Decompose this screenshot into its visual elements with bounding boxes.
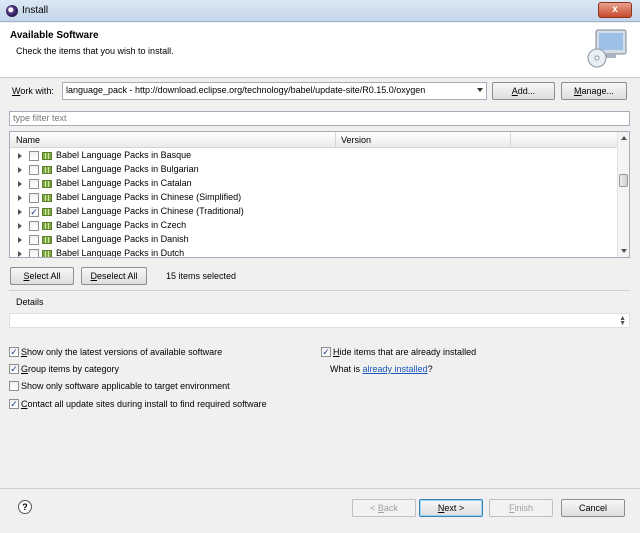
row-label: Babel Language Packs in Czech <box>56 220 187 230</box>
checkbox-label: Hide items that are already installed <box>333 347 477 357</box>
row-checkbox[interactable]: ✓ <box>29 207 39 217</box>
help-icon[interactable]: ? <box>18 500 32 514</box>
feature-package-icon <box>42 194 52 202</box>
row-checkbox[interactable] <box>29 235 39 245</box>
spinner-icon[interactable]: ▲ ▼ <box>619 315 626 327</box>
eclipse-icon <box>6 5 18 17</box>
expand-arrow-icon[interactable] <box>18 195 22 201</box>
scroll-down-icon[interactable] <box>621 249 627 253</box>
tree-header: Name Version <box>10 132 618 148</box>
filter-input[interactable]: type filter text <box>9 111 630 126</box>
checkbox-box[interactable]: ✓ <box>9 399 19 409</box>
row-label: Babel Language Packs in Bulgarian <box>56 164 199 174</box>
wizard-header: Available Software Check the items that … <box>0 23 640 78</box>
column-divider <box>335 132 336 148</box>
expand-arrow-icon[interactable] <box>18 209 22 215</box>
tree-row[interactable]: Babel Language Packs in Bulgarian <box>10 163 618 177</box>
dropdown-arrow-icon[interactable] <box>477 88 483 92</box>
checkbox-label: Group items by category <box>21 364 120 374</box>
column-divider <box>510 132 511 148</box>
tree-row[interactable]: Babel Language Packs in Catalan <box>10 177 618 191</box>
page-title: Available Software <box>10 30 99 41</box>
tree-row[interactable]: Babel Language Packs in Chinese (Simplif… <box>10 191 618 205</box>
row-label: Babel Language Packs in Dutch <box>56 248 185 258</box>
feature-package-icon <box>42 236 52 244</box>
row-label: Babel Language Packs in Chinese (Simplif… <box>56 192 242 202</box>
cancel-button[interactable]: Cancel <box>561 499 625 517</box>
feature-package-icon <box>42 250 52 257</box>
checkbox-box[interactable]: ✓ <box>9 364 19 374</box>
install-banner-icon <box>587 29 627 68</box>
expand-arrow-icon[interactable] <box>18 181 22 187</box>
checkbox-label: Contact all update sites during install … <box>21 399 267 409</box>
selection-status: 15 items selected <box>166 271 237 281</box>
expand-arrow-icon[interactable] <box>18 237 22 243</box>
tree-row[interactable]: Babel Language Packs in Basque <box>10 149 618 163</box>
row-checkbox[interactable] <box>29 179 39 189</box>
software-tree[interactable]: Name Version Babel Language Packs in Bas… <box>9 131 630 258</box>
checkbox-box[interactable] <box>9 381 19 391</box>
page-description: Check the items that you wish to install… <box>16 46 174 56</box>
feature-package-icon <box>42 208 52 216</box>
tree-row[interactable]: Babel Language Packs in Dutch <box>10 247 618 258</box>
tree-row[interactable]: ✓ Babel Language Packs in Chinese (Tradi… <box>10 205 618 219</box>
what-is-installed-text: What is already installed? <box>330 364 433 374</box>
already-installed-link[interactable]: already installed <box>363 364 428 374</box>
row-label: Babel Language Packs in Danish <box>56 234 189 244</box>
row-checkbox[interactable] <box>29 165 39 175</box>
expand-arrow-icon[interactable] <box>18 223 22 229</box>
feature-package-icon <box>42 166 52 174</box>
column-header-version[interactable]: Version <box>341 135 371 145</box>
next-button[interactable]: Next > <box>419 499 483 517</box>
tree-scrollbar[interactable] <box>617 132 629 257</box>
expand-arrow-icon[interactable] <box>18 167 22 173</box>
tree-row[interactable]: Babel Language Packs in Czech <box>10 219 618 233</box>
feature-package-icon <box>42 152 52 160</box>
expand-arrow-icon[interactable] <box>18 251 22 257</box>
expand-arrow-icon[interactable] <box>18 153 22 159</box>
checkbox-label: Show only software applicable to target … <box>21 381 230 391</box>
finish-button[interactable]: Finish <box>489 499 553 517</box>
manage-button[interactable]: Manage... <box>561 82 627 100</box>
work-with-value: language_pack - http://download.eclipse.… <box>66 85 426 95</box>
column-header-name[interactable]: Name <box>16 135 40 145</box>
footer-divider <box>0 488 640 489</box>
row-label: Babel Language Packs in Catalan <box>56 178 192 188</box>
scroll-up-icon[interactable] <box>621 136 627 140</box>
checkbox-box[interactable]: ✓ <box>321 347 331 357</box>
work-with-combo[interactable]: language_pack - http://download.eclipse.… <box>62 82 487 100</box>
work-with-label: Work with: <box>12 86 54 96</box>
feature-package-icon <box>42 180 52 188</box>
details-label: Details <box>16 297 44 307</box>
title-bar: Install x <box>0 0 640 22</box>
row-checkbox[interactable] <box>29 193 39 203</box>
row-checkbox[interactable] <box>29 151 39 161</box>
close-button[interactable]: x <box>598 2 632 18</box>
row-label: Babel Language Packs in Basque <box>56 150 192 160</box>
scroll-thumb[interactable] <box>619 174 628 187</box>
checkbox-label: Show only the latest versions of availab… <box>21 347 223 357</box>
window-title: Install <box>22 5 49 16</box>
add-button[interactable]: Add... <box>492 82 555 100</box>
details-text[interactable]: ▲ ▼ <box>9 313 630 328</box>
tree-row[interactable]: Babel Language Packs in Danish <box>10 233 618 247</box>
row-checkbox[interactable] <box>29 249 39 257</box>
row-checkbox[interactable] <box>29 221 39 231</box>
checkbox-box[interactable]: ✓ <box>9 347 19 357</box>
feature-package-icon <box>42 222 52 230</box>
back-button[interactable]: < Back <box>352 499 416 517</box>
deselect-all-button[interactable]: Deselect All <box>81 267 147 285</box>
select-all-button[interactable]: Select All <box>10 267 74 285</box>
row-label: Babel Language Packs in Chinese (Traditi… <box>56 206 244 216</box>
